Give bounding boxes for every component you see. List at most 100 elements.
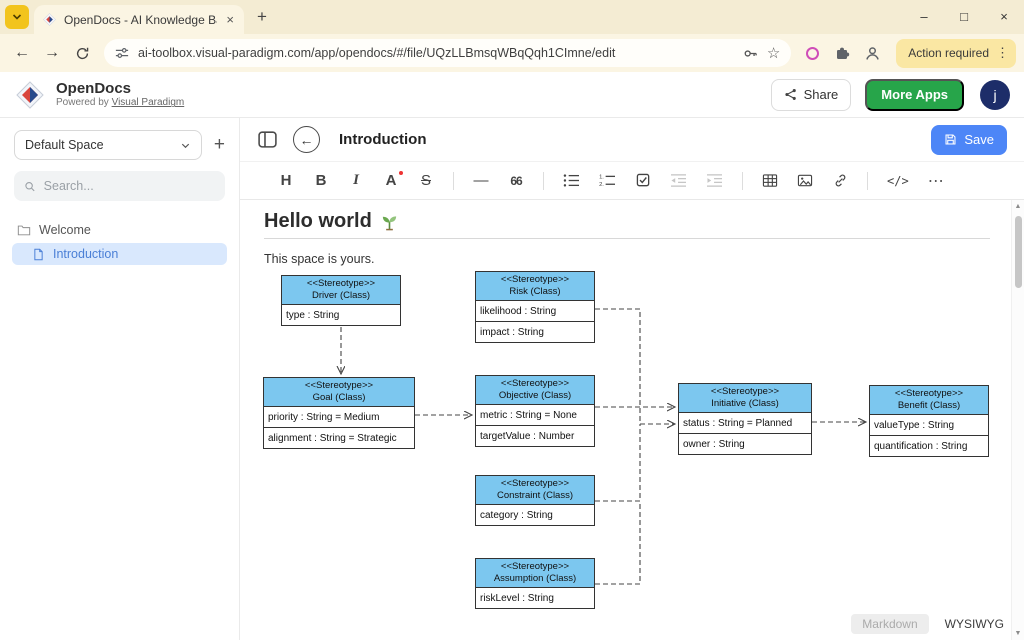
uml-class-name: Constraint (Class) xyxy=(478,490,592,502)
bookmark-star-icon[interactable]: ☆ xyxy=(767,44,780,62)
space-selector[interactable]: Default Space xyxy=(14,130,202,160)
uml-class-goal[interactable]: <<Stereotype>> Goal (Class) priority : S… xyxy=(263,377,415,449)
svg-text:2.: 2. xyxy=(599,182,604,188)
color-dot xyxy=(399,171,403,175)
uml-attribute: riskLevel : String xyxy=(476,587,594,608)
new-tab-button[interactable]: + xyxy=(248,7,276,27)
scrollbar-thumb[interactable] xyxy=(1015,216,1022,288)
uml-attribute: type : String xyxy=(282,304,400,325)
search-box[interactable] xyxy=(14,171,225,201)
bullet-list-icon xyxy=(563,173,580,188)
doc-topbar: ← Introduction Save xyxy=(240,118,1024,162)
forward-button[interactable]: → xyxy=(38,39,66,67)
sidebar: Default Space + Welcome Introduction xyxy=(0,118,240,640)
seedling-icon xyxy=(380,212,399,231)
tab-title: OpenDocs - AI Knowledge Base xyxy=(64,13,217,27)
uml-class-header: <<Stereotype>> Initiative (Class) xyxy=(679,384,811,412)
uml-attribute: likelihood : String xyxy=(476,300,594,321)
outdent-icon xyxy=(670,173,687,188)
uml-class-benefit[interactable]: <<Stereotype>> Benefit (Class) valueType… xyxy=(869,385,989,457)
format-toolbar: H B I A S — 66 1.2. xyxy=(240,162,1024,200)
uml-stereotype: <<Stereotype>> xyxy=(284,278,398,290)
extension-icon[interactable] xyxy=(806,47,819,60)
image-button[interactable] xyxy=(797,173,813,188)
uml-stereotype: <<Stereotype>> xyxy=(478,478,592,490)
uml-class-header: <<Stereotype>> Constraint (Class) xyxy=(476,476,594,504)
indent-button[interactable] xyxy=(706,173,723,188)
tab-close-icon[interactable]: × xyxy=(224,12,236,27)
action-required-button[interactable]: Action required ⋮ xyxy=(896,39,1016,68)
uml-class-constraint[interactable]: <<Stereotype>> Constraint (Class) catego… xyxy=(475,475,595,526)
doc-heading[interactable]: Hello world xyxy=(264,210,372,233)
uml-class-name: Assumption (Class) xyxy=(478,573,592,585)
font-color-button[interactable]: A xyxy=(383,172,399,189)
document-canvas[interactable]: Hello world This space is yours. xyxy=(240,200,1024,640)
url-bar[interactable]: ai-toolbox.visual-paradigm.com/app/opend… xyxy=(104,39,791,67)
vertical-scrollbar[interactable]: ▲ ▼ xyxy=(1011,200,1024,640)
image-icon xyxy=(797,173,813,188)
uml-class-risk[interactable]: <<Stereotype>> Risk (Class) likelihood :… xyxy=(475,271,595,343)
strikethrough-button[interactable]: S xyxy=(418,172,434,189)
bullet-list-button[interactable] xyxy=(563,173,580,188)
bold-button[interactable]: B xyxy=(313,172,329,189)
site-settings-icon[interactable] xyxy=(115,46,129,60)
editor-mode-toggle: Markdown WYSIWYG xyxy=(851,614,1004,634)
table-icon xyxy=(762,173,778,188)
blockquote-button[interactable]: 66 xyxy=(508,174,524,188)
more-apps-button[interactable]: More Apps xyxy=(865,79,964,111)
heading-button[interactable]: H xyxy=(278,172,294,189)
wysiwyg-mode-button[interactable]: WYSIWYG xyxy=(945,617,1004,631)
code-button[interactable]: </> xyxy=(887,174,909,188)
link-button[interactable] xyxy=(832,173,848,188)
uml-attribute: targetValue : Number xyxy=(476,425,594,446)
extensions-button[interactable] xyxy=(828,39,856,67)
page-tree: Welcome Introduction xyxy=(0,219,239,265)
tree-item-introduction[interactable]: Introduction xyxy=(12,243,227,265)
outdent-button[interactable] xyxy=(670,173,687,188)
add-page-button[interactable]: + xyxy=(214,134,225,156)
close-window-button[interactable]: × xyxy=(984,0,1024,34)
reload-button[interactable] xyxy=(68,39,96,67)
reload-icon xyxy=(75,46,90,61)
uml-class-objective[interactable]: <<Stereotype>> Objective (Class) metric … xyxy=(475,375,595,447)
maximize-button[interactable]: □ xyxy=(944,0,984,34)
save-button[interactable]: Save xyxy=(931,125,1007,155)
uml-class-assumption[interactable]: <<Stereotype>> Assumption (Class) riskLe… xyxy=(475,558,595,609)
uml-class-name: Driver (Class) xyxy=(284,290,398,302)
vendor-link[interactable]: Visual Paradigm xyxy=(112,97,185,108)
search-input[interactable] xyxy=(44,179,215,193)
back-nav-button[interactable]: ← xyxy=(293,126,320,153)
table-button[interactable] xyxy=(762,173,778,188)
profile-button[interactable] xyxy=(858,39,886,67)
more-tools-button[interactable]: ⋯ xyxy=(928,171,944,191)
uml-attribute: valueType : String xyxy=(870,414,988,435)
task-list-button[interactable] xyxy=(635,173,651,188)
browser-tabstrip: OpenDocs - AI Knowledge Base × + – □ × xyxy=(0,0,1024,34)
intro-text[interactable]: This space is yours. xyxy=(264,252,1024,266)
back-button[interactable]: ← xyxy=(8,39,36,67)
uml-class-driver[interactable]: <<Stereotype>> Driver (Class) type : Str… xyxy=(281,275,401,326)
scroll-down-icon[interactable]: ▼ xyxy=(1012,630,1024,637)
uml-attribute: metric : String = None xyxy=(476,404,594,425)
minimize-button[interactable]: – xyxy=(904,0,944,34)
overflow-menu-icon[interactable]: ⋮ xyxy=(996,45,1009,61)
url-text[interactable]: ai-toolbox.visual-paradigm.com/app/opend… xyxy=(138,46,734,60)
horizontal-rule-button[interactable]: — xyxy=(473,172,489,189)
tab-search-button[interactable] xyxy=(5,5,29,29)
share-button[interactable]: Share xyxy=(771,79,852,111)
markdown-mode-button[interactable]: Markdown xyxy=(851,614,928,634)
toggle-sidebar-button[interactable] xyxy=(257,129,278,150)
uml-class-name: Goal (Class) xyxy=(266,392,412,404)
tree-item-label: Welcome xyxy=(39,223,91,237)
tree-item-welcome[interactable]: Welcome xyxy=(0,219,239,241)
toolbar-divider xyxy=(453,172,454,190)
browser-tab[interactable]: OpenDocs - AI Knowledge Base × xyxy=(34,5,244,34)
user-avatar[interactable]: j xyxy=(980,80,1010,110)
opendocs-logo xyxy=(14,79,46,111)
italic-button[interactable]: I xyxy=(348,172,364,189)
browser-navbar: ← → ai-toolbox.visual-paradigm.com/app/o… xyxy=(0,34,1024,72)
password-key-icon[interactable] xyxy=(743,46,758,61)
scroll-up-icon[interactable]: ▲ xyxy=(1012,203,1024,210)
ordered-list-button[interactable]: 1.2. xyxy=(599,173,616,188)
uml-class-initiative[interactable]: <<Stereotype>> Initiative (Class) status… xyxy=(678,383,812,455)
